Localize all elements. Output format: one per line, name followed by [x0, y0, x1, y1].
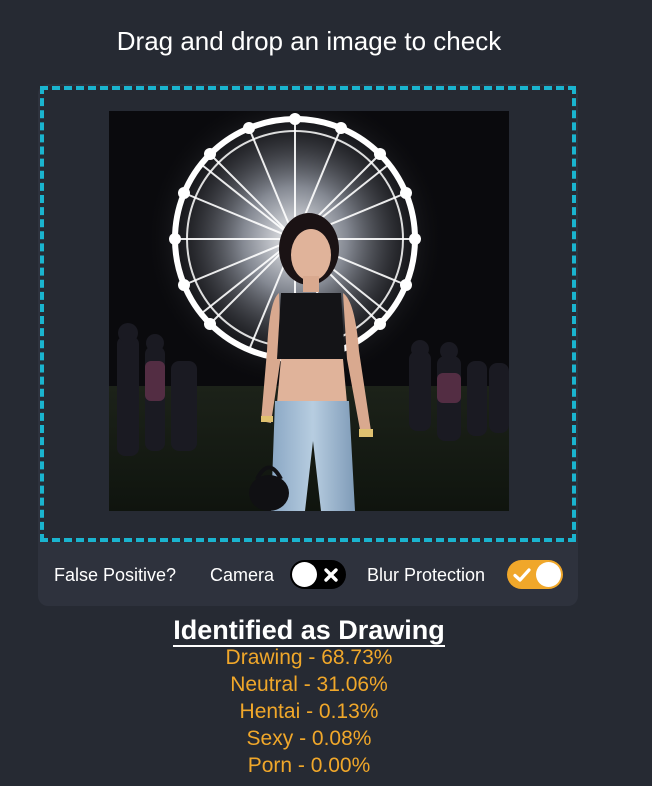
false-positive-link[interactable]: False Positive? [54, 564, 176, 586]
camera-toggle[interactable] [290, 560, 346, 589]
options-bar: False Positive? Camera Blur Protection [38, 554, 578, 594]
result-title-text: Identified as Drawing [173, 615, 445, 647]
check-icon [513, 568, 531, 582]
score-item-neutral: Neutral - 31.06% [230, 673, 388, 696]
camera-label: Camera [210, 565, 275, 585]
score-list: Drawing - 68.73% Neutral - 31.06% Hentai… [0, 644, 618, 779]
score-item-porn: Porn - 0.00% [247, 754, 371, 777]
score-item-hentai: Hentai - 0.13% [239, 700, 379, 723]
x-icon [324, 568, 338, 582]
blur-protection-label: Blur Protection [367, 565, 486, 585]
score-item-sexy: Sexy - 0.08% [246, 727, 372, 750]
camera-toggle-knob [292, 562, 317, 587]
page-title: Drag and drop an image to check [116, 26, 502, 56]
blur-protection-toggle[interactable] [507, 560, 563, 589]
preview-photo [109, 111, 509, 511]
score-item-drawing: Drawing - 68.73% [225, 646, 393, 669]
result-heading: Identified as Drawing [0, 612, 618, 648]
blur-toggle-knob [536, 562, 561, 587]
image-preview [109, 111, 509, 511]
